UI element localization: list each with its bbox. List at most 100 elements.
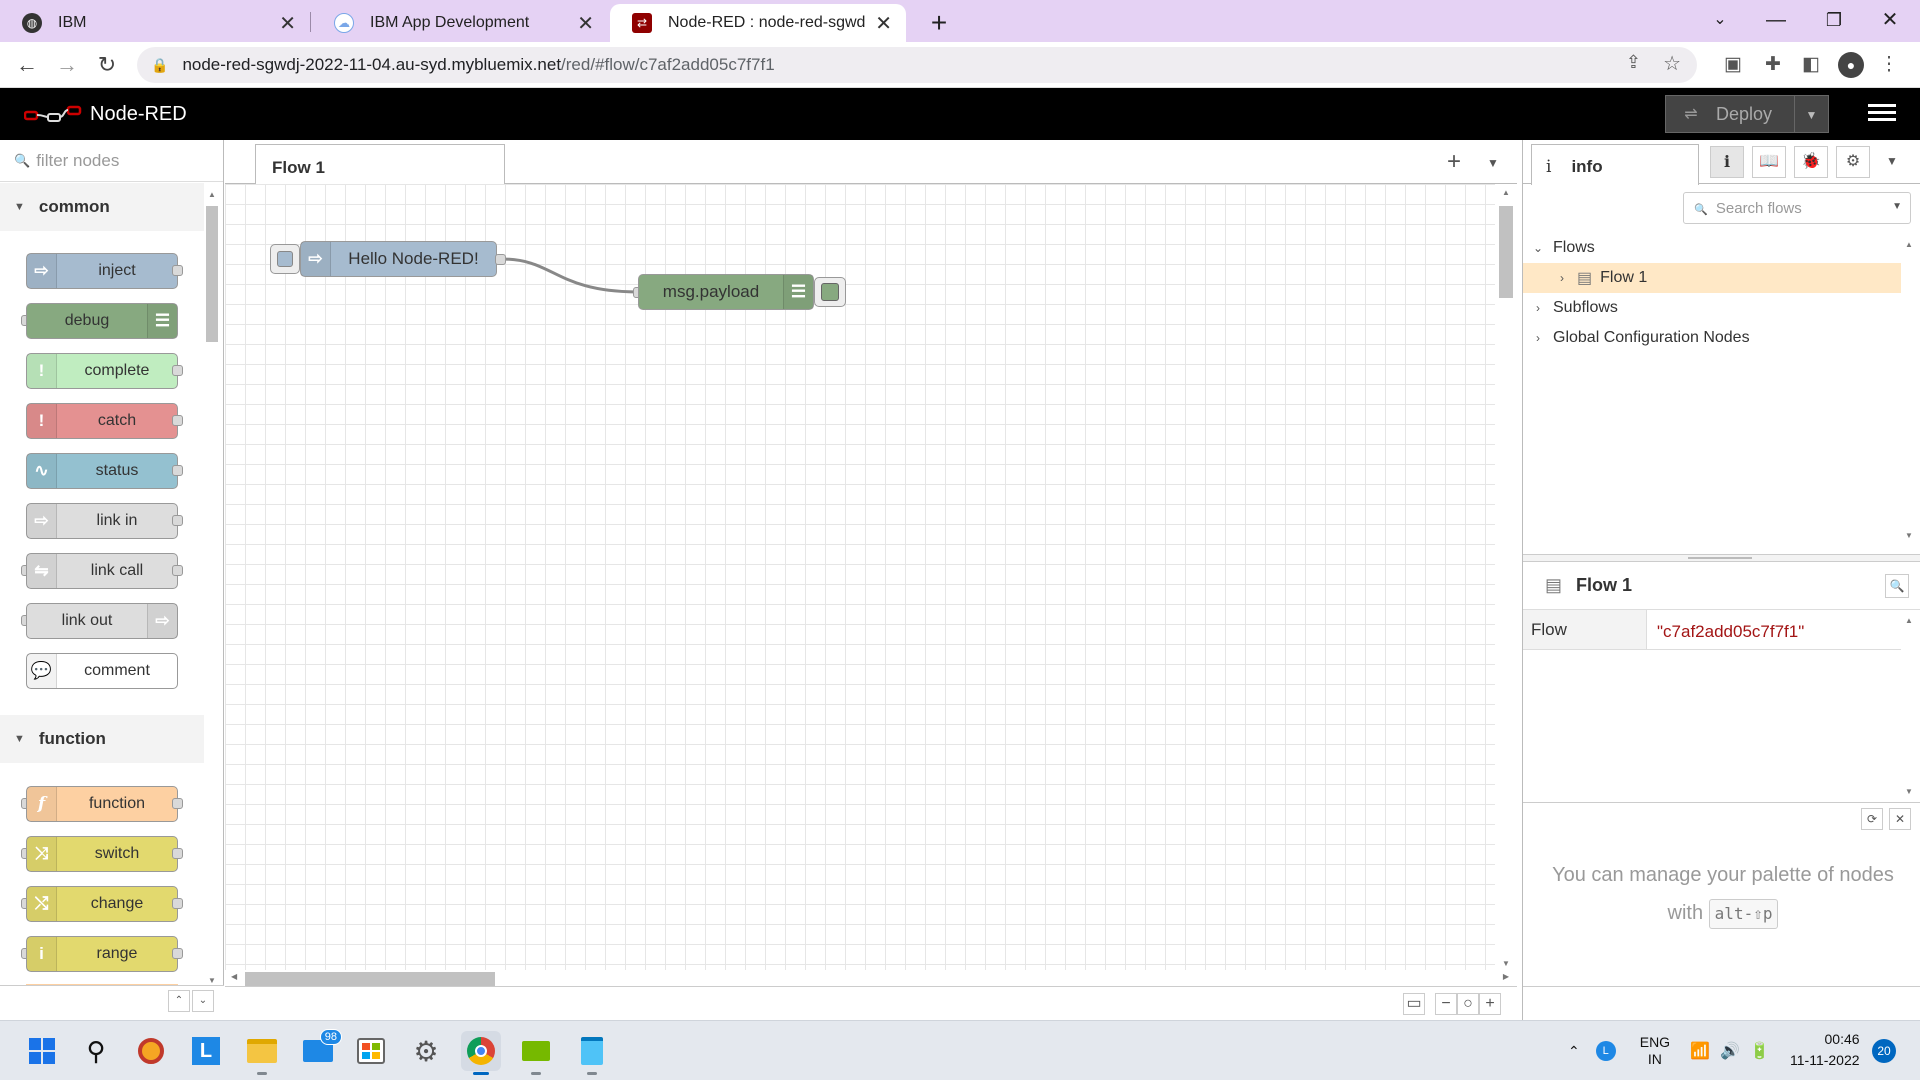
reload-icon[interactable]: ↻ bbox=[92, 50, 122, 80]
file-explorer-icon[interactable] bbox=[242, 1031, 282, 1075]
browser-tab-node-red[interactable]: ⇄ Node-RED : node-red-sgwdj-2022 ✕ bbox=[610, 4, 906, 42]
palette-node-switch[interactable]: ⤨ switch bbox=[26, 836, 178, 872]
refresh-tip-icon[interactable]: ⟳ bbox=[1861, 808, 1883, 830]
profile-avatar[interactable]: ● bbox=[1838, 52, 1864, 78]
expand-all-icon[interactable]: ⌄ bbox=[192, 990, 214, 1012]
palette-scrollbar[interactable]: ▲ ▼ bbox=[206, 190, 218, 985]
notification-badge[interactable]: 20 bbox=[1872, 1039, 1896, 1063]
tree-item-flows[interactable]: ⌄ Flows bbox=[1523, 233, 1901, 263]
windows-start-icon[interactable] bbox=[22, 1031, 62, 1071]
scroll-up-icon[interactable]: ▲ bbox=[1905, 616, 1913, 625]
output-port[interactable] bbox=[172, 265, 183, 276]
scroll-up-icon[interactable]: ▲ bbox=[1905, 240, 1913, 249]
clock[interactable]: 00:46 11-11-2022 bbox=[1790, 1029, 1860, 1071]
palette-node-catch[interactable]: ! catch bbox=[26, 403, 178, 439]
zoom-out-icon[interactable]: − bbox=[1435, 993, 1457, 1015]
deploy-dropdown-caret-icon[interactable]: ▼ bbox=[1794, 96, 1828, 132]
inject-trigger-button[interactable] bbox=[270, 244, 300, 274]
minimize-icon[interactable]: — bbox=[1748, 0, 1804, 42]
window-close-icon[interactable]: ✕ bbox=[1862, 0, 1918, 42]
tree-item-flow-1[interactable]: › ▤ Flow 1 bbox=[1523, 263, 1901, 293]
new-tab-plus-icon[interactable]: + bbox=[920, 4, 958, 42]
zoom-reset-icon[interactable]: ○ bbox=[1457, 993, 1479, 1015]
sidebar-tabs-caret-icon[interactable]: ▼ bbox=[1886, 154, 1898, 168]
store-icon[interactable] bbox=[351, 1031, 391, 1071]
palette-node-link-in[interactable]: ⇨ link in bbox=[26, 503, 178, 539]
palette-node-change[interactable]: ⤭ change bbox=[26, 886, 178, 922]
side-panel-icon[interactable]: ◧ bbox=[1798, 52, 1824, 78]
scroll-up-icon[interactable]: ▲ bbox=[1502, 188, 1510, 197]
palette-node-link-call[interactable]: ⇋ link call bbox=[26, 553, 178, 589]
info-tab-button-icon[interactable]: i bbox=[1710, 146, 1744, 178]
tray-chevron-up-icon[interactable]: ⌃ bbox=[1568, 1043, 1580, 1060]
scroll-down-icon[interactable]: ▼ bbox=[1905, 787, 1913, 796]
scrollbar-thumb[interactable] bbox=[1499, 206, 1513, 298]
settings-gear-icon[interactable]: ⚙ bbox=[406, 1031, 446, 1071]
bookmark-star-icon[interactable]: ☆ bbox=[1663, 51, 1681, 76]
browser-tab-ibm-app-development[interactable]: ☁ IBM App Development ✕ bbox=[312, 4, 608, 42]
palette-node-inject[interactable]: ⇨ inject bbox=[26, 253, 178, 289]
category-header-function[interactable]: ▼ function bbox=[0, 715, 204, 763]
address-bar[interactable]: 🔒 node-red-sgwdj-2022-11-04.au-syd.myblu… bbox=[137, 47, 1697, 83]
palette-node-function[interactable]: f function bbox=[26, 786, 178, 822]
launcher-app-icon[interactable]: L bbox=[186, 1031, 226, 1071]
scroll-right-icon[interactable]: ▶ bbox=[1503, 972, 1509, 981]
output-port[interactable] bbox=[172, 798, 183, 809]
collapse-all-icon[interactable]: ⌃ bbox=[168, 990, 190, 1012]
output-port[interactable] bbox=[172, 415, 183, 426]
output-port[interactable] bbox=[172, 898, 183, 909]
scroll-down-icon[interactable]: ▼ bbox=[208, 976, 216, 985]
palette-node-complete[interactable]: ! complete bbox=[26, 353, 178, 389]
tab-info[interactable]: i info bbox=[1531, 144, 1699, 185]
search-flows-input[interactable]: 🔍 Search flows ▼ bbox=[1683, 192, 1911, 224]
output-port[interactable] bbox=[495, 254, 506, 265]
tab-search-chevron-icon[interactable]: ⌄ bbox=[1692, 0, 1748, 42]
scrollbar-thumb[interactable] bbox=[245, 972, 495, 986]
flow-list-caret-icon[interactable]: ▼ bbox=[1487, 156, 1499, 170]
browser-menu-icon[interactable]: ⋮ bbox=[1876, 52, 1902, 78]
tree-item-subflows[interactable]: › Subflows bbox=[1523, 293, 1901, 323]
canvas-vertical-scrollbar[interactable]: ▲ ▼ bbox=[1495, 184, 1517, 970]
share-icon[interactable]: ⇪ bbox=[1626, 52, 1641, 73]
debug-bug-icon[interactable]: 🐞 bbox=[1794, 146, 1828, 178]
tree-scrollbar[interactable]: ▲ ▼ bbox=[1905, 240, 1917, 540]
palette-node-debug[interactable]: debug ☰ bbox=[26, 303, 178, 339]
navigator-map-icon[interactable]: ▭ bbox=[1403, 993, 1425, 1015]
output-port[interactable] bbox=[172, 515, 183, 526]
browser-tab-ibm[interactable]: ◍ IBM ✕ bbox=[0, 4, 310, 42]
output-port[interactable] bbox=[172, 565, 183, 576]
back-arrow-icon[interactable]: ← bbox=[12, 50, 42, 80]
scroll-down-icon[interactable]: ▼ bbox=[1502, 959, 1510, 968]
zoom-in-icon[interactable]: + bbox=[1479, 993, 1501, 1015]
chrome-icon[interactable] bbox=[461, 1031, 501, 1075]
filter-nodes-input[interactable]: 🔍 filter nodes bbox=[0, 140, 223, 182]
scroll-left-icon[interactable]: ◀ bbox=[231, 972, 237, 981]
palette-node-comment[interactable]: 💬 comment bbox=[26, 653, 178, 689]
tree-item-global-config[interactable]: › Global Configuration Nodes bbox=[1523, 323, 1901, 353]
forward-arrow-icon[interactable]: → bbox=[52, 50, 82, 80]
output-port[interactable] bbox=[172, 948, 183, 959]
close-icon[interactable]: ✕ bbox=[875, 11, 892, 36]
palette-node-link-out[interactable]: link out ⇨ bbox=[26, 603, 178, 639]
volume-icon[interactable]: 🔊 bbox=[1720, 1041, 1740, 1061]
main-menu-hamburger-icon[interactable] bbox=[1868, 100, 1896, 128]
debug-toggle-button[interactable] bbox=[814, 277, 846, 307]
notepad-icon[interactable] bbox=[572, 1031, 612, 1075]
palette-node-status[interactable]: ∿ status bbox=[26, 453, 178, 489]
canvas-horizontal-scrollbar[interactable]: ◀ ▶ bbox=[225, 970, 1517, 986]
info-scrollbar[interactable]: ▲ ▼ bbox=[1905, 616, 1917, 796]
scrollbar-thumb[interactable] bbox=[206, 206, 218, 342]
nvidia-icon[interactable] bbox=[516, 1031, 556, 1075]
deploy-button[interactable]: ⇌ Deploy ▼ bbox=[1665, 95, 1829, 133]
add-flow-plus-icon[interactable]: + bbox=[1447, 148, 1461, 176]
category-header-common[interactable]: ▼ common bbox=[0, 183, 204, 231]
mail-icon[interactable]: 98 bbox=[298, 1029, 342, 1071]
wifi-icon[interactable]: 📶 bbox=[1690, 1041, 1710, 1061]
flow-node-hello-node-red[interactable]: ⇨ Hello Node-RED! bbox=[300, 241, 497, 277]
search-options-caret-icon[interactable]: ▼ bbox=[1892, 201, 1902, 212]
media-icon[interactable]: ▣ bbox=[1720, 52, 1746, 78]
scroll-down-icon[interactable]: ▼ bbox=[1905, 531, 1913, 540]
flow-canvas[interactable]: ⇨ Hello Node-RED! msg.payload ☰ bbox=[225, 184, 1495, 970]
close-tip-icon[interactable]: ✕ bbox=[1889, 808, 1911, 830]
battery-icon[interactable]: 🔋 bbox=[1750, 1041, 1770, 1061]
